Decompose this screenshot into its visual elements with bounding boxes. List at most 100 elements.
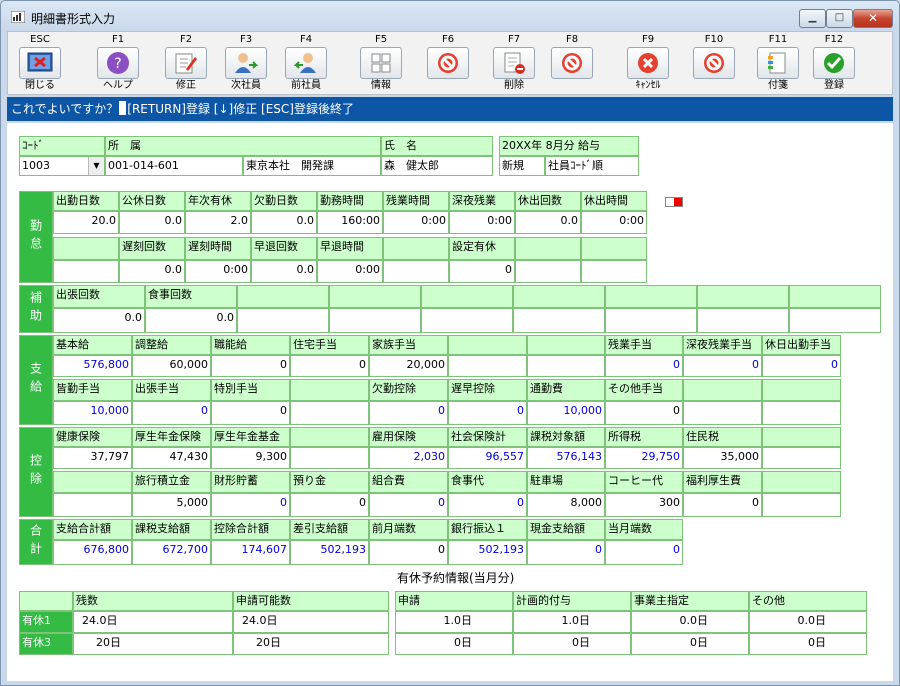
kintai-value[interactable]: 160:00 [317,211,383,234]
shikyu-value[interactable]: 60,000 [132,355,211,377]
maximize-button[interactable]: □ [826,9,853,28]
kojo-value[interactable]: 0 [448,493,527,517]
kojo-value[interactable] [762,493,841,517]
fkey-f3-button[interactable]: F3 次社員 [216,34,276,94]
fkey-f4-button[interactable]: F4 前社員 [276,34,336,94]
close-window-icon[interactable] [19,47,61,79]
fkey-f7-button[interactable]: F7 削除 [484,34,544,94]
kojo-value[interactable] [290,447,369,469]
hojo-value[interactable] [513,308,605,333]
kojo-value[interactable]: 37,797 [53,447,132,469]
kojo-value[interactable]: 35,000 [683,447,762,469]
kintai-value[interactable]: 0.0 [251,260,317,283]
kojo-value[interactable]: 300 [605,493,683,517]
shikyu-value[interactable] [527,355,605,377]
shikyu-value[interactable]: 20,000 [369,355,448,377]
shikyu-value[interactable] [448,355,527,377]
kojo-value[interactable]: 0 [369,493,448,517]
yukyu-value: 0日 [749,633,867,655]
kintai-value[interactable]: 0:00 [581,211,647,234]
kojo-value[interactable]: 29,750 [605,447,683,469]
delete-icon[interactable] [493,47,535,79]
kintai-value[interactable]: 0 [449,260,515,283]
kintai-value[interactable]: 0.0 [251,211,317,234]
kojo-value[interactable]: 96,557 [448,447,527,469]
hojo-value[interactable] [605,308,697,333]
fkey-esc-button[interactable]: ESC 閉じる [10,34,70,94]
kintai-value[interactable] [515,260,581,283]
kojo-value[interactable]: 5,000 [132,493,211,517]
kojo-value[interactable]: 0 [290,493,369,517]
shikyu-value[interactable]: 0 [448,401,527,425]
hojo-value[interactable] [789,308,881,333]
employee-code-combo[interactable]: 1003 ▼ [19,156,105,176]
shikyu-value[interactable] [683,401,762,425]
help-icon[interactable]: ? [97,47,139,79]
kojo-value[interactable]: 47,430 [132,447,211,469]
shikyu-value[interactable]: 0 [605,401,683,425]
shikyu-value[interactable] [762,401,841,425]
disabled-icon[interactable] [427,47,469,79]
kojo-value[interactable]: 0 [211,493,290,517]
minimize-button[interactable]: ▁ [799,9,826,28]
kintai-value[interactable]: 0:00 [317,260,383,283]
hojo-value[interactable]: 0.0 [53,308,145,333]
kojo-value[interactable] [762,447,841,469]
hojo-value[interactable]: 0.0 [145,308,237,333]
disabled-icon[interactable] [693,47,735,79]
fkey-f5-button[interactable]: F5 情報 [351,34,411,94]
shikyu-value[interactable] [290,401,369,425]
kintai-value[interactable] [383,260,449,283]
fkey-f1-button[interactable]: F1? ヘルプ [88,34,148,94]
kintai-value[interactable]: 20.0 [53,211,119,234]
shikyu-value[interactable]: 0 [762,355,841,377]
kintai-value[interactable]: 0:00 [185,260,251,283]
shikyu-value[interactable]: 0 [605,355,683,377]
prev-employee-icon[interactable] [285,47,327,79]
register-check-icon[interactable] [813,47,855,79]
shikyu-value[interactable]: 0 [211,355,290,377]
info-icon[interactable] [360,47,402,79]
kojo-value[interactable] [53,493,132,517]
shikyu-value[interactable]: 576,800 [53,355,132,377]
shikyu-value[interactable]: 0 [290,355,369,377]
shikyu-value[interactable]: 0 [683,355,762,377]
hojo-value[interactable] [421,308,513,333]
kojo-value[interactable]: 8,000 [527,493,605,517]
fkey-f9-button[interactable]: F9 ｷｬﾝｾﾙ [618,34,678,94]
kintai-value[interactable]: 2.0 [185,211,251,234]
kintai-value[interactable]: 0.0 [119,211,185,234]
kojo-value[interactable]: 9,300 [211,447,290,469]
kojo-value[interactable]: 576,143 [527,447,605,469]
shikyu-value[interactable]: 10,000 [527,401,605,425]
fkey-f11-button[interactable]: F11 付箋 [748,34,808,94]
kintai-value[interactable]: 0:00 [449,211,515,234]
hojo-value[interactable] [329,308,421,333]
edit-icon[interactable] [165,47,207,79]
kintai-value[interactable]: 0.0 [515,211,581,234]
sticky-note-icon[interactable] [757,47,799,79]
fkey-f12-button[interactable]: F12 登録 [804,34,864,94]
fkey-f8-button[interactable]: F8 [542,34,602,94]
hojo-value[interactable] [237,308,329,333]
fkey-f10-button[interactable]: F10 [684,34,744,94]
fkey-f6-button[interactable]: F6 [418,34,478,94]
shikyu-value[interactable]: 0 [132,401,211,425]
disabled-icon[interactable] [551,47,593,79]
kintai-value[interactable]: 0:00 [383,211,449,234]
kintai-value[interactable] [581,260,647,283]
kintai-value[interactable]: 0.0 [119,260,185,283]
kintai-value[interactable] [53,260,119,283]
shikyu-value[interactable]: 0 [211,401,290,425]
next-employee-icon[interactable] [225,47,267,79]
cancel-icon[interactable] [627,47,669,79]
kojo-value[interactable]: 2,030 [369,447,448,469]
kojo-value[interactable]: 0 [683,493,762,517]
fkey-label: F8 [565,34,579,45]
close-button[interactable]: ✕ [853,9,893,28]
shikyu-value[interactable]: 0 [369,401,448,425]
chevron-down-icon[interactable]: ▼ [88,157,104,175]
fkey-f2-button[interactable]: F2 修正 [156,34,216,94]
hojo-value[interactable] [697,308,789,333]
shikyu-value[interactable]: 10,000 [53,401,132,425]
